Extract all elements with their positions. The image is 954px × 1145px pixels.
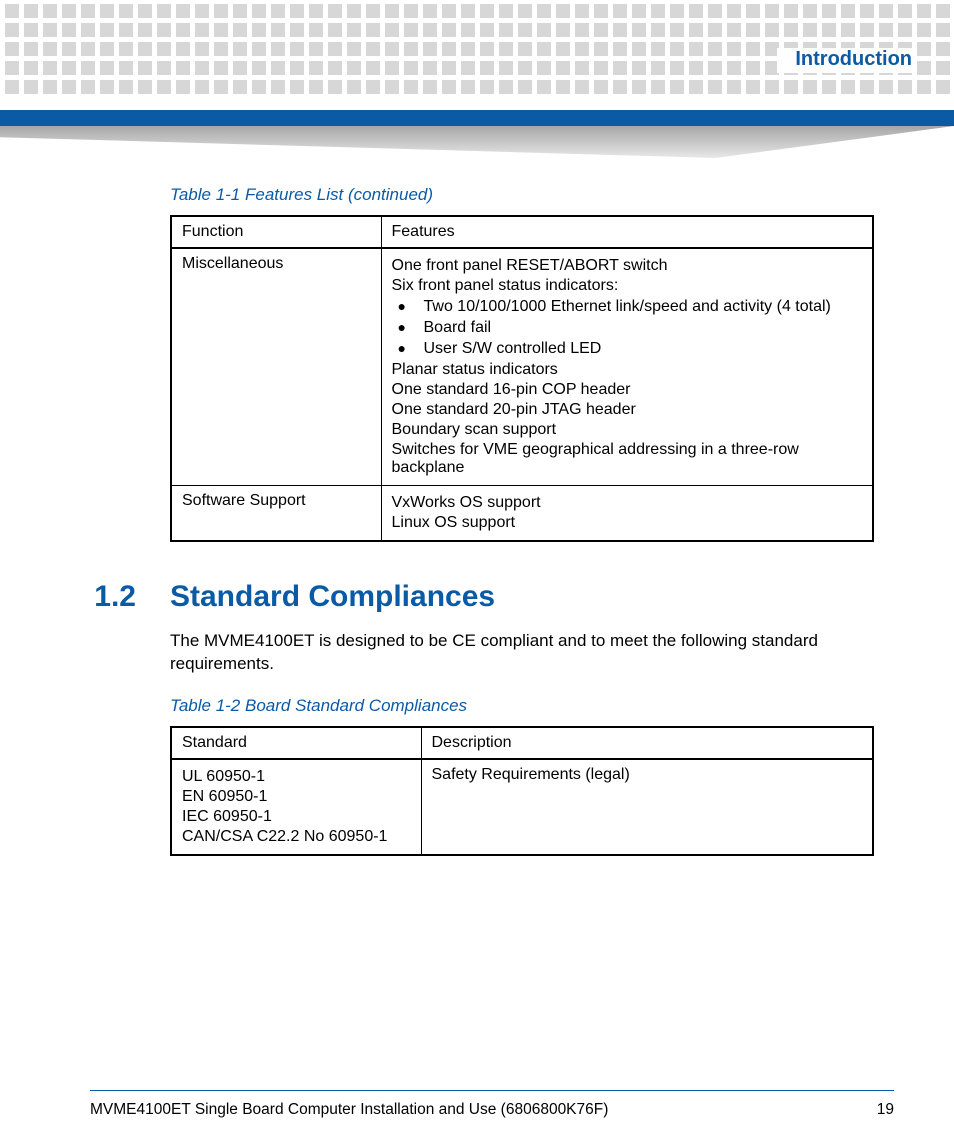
section-title: Standard Compliances <box>170 580 495 614</box>
standard-cell: UL 60950-1 EN 60950-1 IEC 60950-1 CAN/CSA C… <box>171 759 421 855</box>
section-number: 1.2 <box>92 580 136 614</box>
header-wedge <box>0 126 954 158</box>
feature-line: One standard 20-pin JTAG header <box>392 401 863 419</box>
section-body-text: The MVME4100ET is designed to be CE comp… <box>170 630 874 676</box>
features-cell: One front panel RESET/ABORT switch Six fr… <box>381 248 873 486</box>
list-item: Two 10/100/1000 Ethernet link/speed and … <box>392 298 863 316</box>
feature-line: Boundary scan support <box>392 421 863 439</box>
table-2-caption: Table 1-2 Board Standard Compliances <box>170 696 874 716</box>
function-cell: Miscellaneous <box>171 248 381 486</box>
feature-line: One front panel RESET/ABORT switch <box>392 257 863 275</box>
feature-line: VxWorks OS support <box>392 494 863 512</box>
compliance-table: Standard Description UL 60950-1 EN 60950-… <box>170 726 874 856</box>
feature-line: Six front panel status indicators: <box>392 277 863 295</box>
table-header-row: Standard Description <box>171 727 873 759</box>
features-table: Function Features MiscellaneousOne front… <box>170 215 874 542</box>
bullet-list: Two 10/100/1000 Ethernet link/speed and … <box>392 298 863 358</box>
feature-line: Switches for VME geographical addressing… <box>392 441 863 477</box>
list-item: User S/W controlled LED <box>392 340 863 358</box>
section-heading: 1.2 Standard Compliances <box>170 580 874 614</box>
standard-line: CAN/CSA C22.2 No 60950-1 <box>182 828 411 846</box>
table-header-row: Function Features <box>171 216 873 248</box>
page-content: Table 1-1 Features List (continued) Func… <box>170 185 874 856</box>
col-header-features: Features <box>381 216 873 248</box>
standard-line: UL 60950-1 <box>182 768 411 786</box>
col-header-standard: Standard <box>171 727 421 759</box>
footer-doc-title: MVME4100ET Single Board Computer Install… <box>90 1101 608 1119</box>
standard-line: EN 60950-1 <box>182 788 411 806</box>
page-footer: MVME4100ET Single Board Computer Install… <box>90 1090 894 1119</box>
table-row: Software Support VxWorks OS support Linux … <box>171 486 873 542</box>
header-blue-bar <box>0 110 954 126</box>
standard-line: IEC 60950-1 <box>182 808 411 826</box>
col-header-description: Description <box>421 727 873 759</box>
description-cell: Safety Requirements (legal) <box>421 759 873 855</box>
features-cell: VxWorks OS support Linux OS support <box>381 486 873 542</box>
table-1-caption: Table 1-1 Features List (continued) <box>170 185 874 205</box>
table-row: MiscellaneousOne front panel RESET/ABORT… <box>171 248 873 486</box>
table-row: UL 60950-1 EN 60950-1 IEC 60950-1 CAN/CSA C… <box>171 759 873 855</box>
feature-line: Planar status indicators <box>392 361 863 379</box>
feature-line: Linux OS support <box>392 514 863 532</box>
chapter-title: Introduction <box>777 48 916 73</box>
footer-page-number: 19 <box>877 1101 894 1119</box>
feature-line: One standard 16-pin COP header <box>392 381 863 399</box>
list-item: Board fail <box>392 319 863 337</box>
function-cell: Software Support <box>171 486 381 542</box>
col-header-function: Function <box>171 216 381 248</box>
